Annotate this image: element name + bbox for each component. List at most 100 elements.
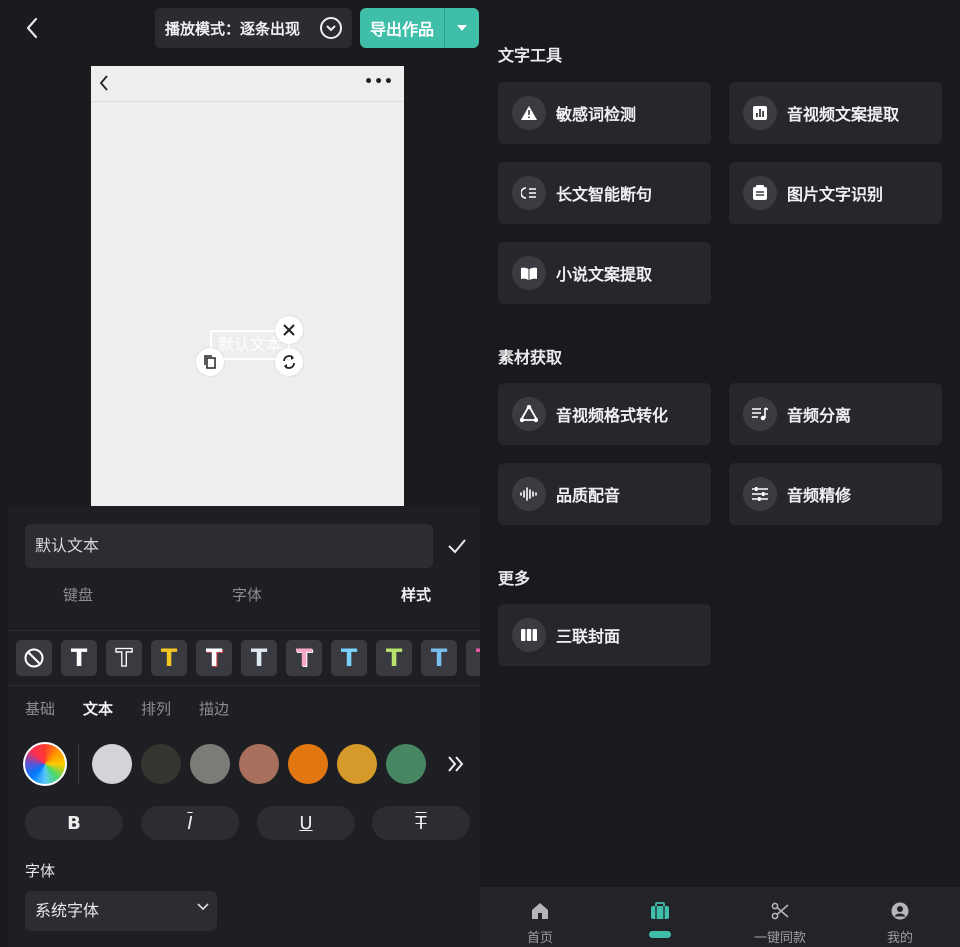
toolbox-icon bbox=[650, 901, 670, 921]
preview-topbar: ••• bbox=[91, 66, 404, 102]
style-preset-glyph: T bbox=[295, 644, 313, 672]
style-preset-outline-white[interactable]: T bbox=[106, 640, 142, 676]
chevron-down-icon bbox=[320, 17, 342, 39]
scissors-icon bbox=[770, 901, 790, 921]
tab-style[interactable]: 样式 bbox=[386, 584, 446, 605]
subtab-basic[interactable]: 基础 bbox=[25, 698, 55, 719]
tab-keyboard[interactable]: 键盘 bbox=[48, 584, 108, 605]
tab-font[interactable]: 字体 bbox=[217, 584, 277, 605]
copy-icon[interactable] bbox=[196, 348, 224, 376]
style-preset-pink[interactable]: T bbox=[286, 640, 322, 676]
tool-card[interactable]: 敏感词检测 bbox=[498, 82, 711, 144]
tool-label: 敏感词检测 bbox=[556, 105, 637, 124]
nav-label: 首页 bbox=[526, 931, 553, 946]
color-swatch[interactable] bbox=[239, 744, 279, 784]
underline-button[interactable]: U bbox=[257, 806, 355, 840]
style-preset-yellow[interactable]: T bbox=[151, 640, 187, 676]
tool-card[interactable]: 音视频格式转化 bbox=[498, 383, 711, 445]
style-preset-white-blue[interactable]: T bbox=[241, 640, 277, 676]
tool-card[interactable]: 音视频文案提取 bbox=[729, 82, 942, 144]
back-button[interactable] bbox=[18, 14, 46, 42]
text-style-sheet: 默认文本 键盘 字体 样式 TTTTTTTTTT 基础 文本 排列 描边 B bbox=[8, 506, 480, 947]
subtab-text[interactable]: 文本 bbox=[83, 698, 113, 719]
color-swatch[interactable] bbox=[92, 744, 132, 784]
section-title: 更多 bbox=[498, 569, 531, 588]
equalizer-icon bbox=[743, 477, 777, 511]
tool-label: 音视频文案提取 bbox=[787, 105, 900, 124]
italic-button[interactable]: I bbox=[141, 806, 239, 840]
chevron-left-icon bbox=[26, 17, 38, 39]
subtab-arrange[interactable]: 排列 bbox=[141, 698, 171, 719]
confirm-check-icon[interactable] bbox=[445, 534, 469, 558]
tool-label: 长文智能断句 bbox=[556, 185, 653, 204]
style-preset-magenta[interactable]: T bbox=[466, 640, 480, 676]
nav-label: 一键同款 bbox=[753, 931, 806, 946]
tool-card[interactable]: 品质配音 bbox=[498, 463, 711, 525]
color-swatch[interactable] bbox=[141, 744, 181, 784]
nav-profile[interactable]: 我的 bbox=[840, 887, 960, 947]
style-preset-white-red[interactable]: T bbox=[196, 640, 232, 676]
color-palette bbox=[8, 742, 480, 786]
export-dropdown-button[interactable] bbox=[445, 24, 479, 32]
style-preset-cyan[interactable]: T bbox=[331, 640, 367, 676]
preview-canvas[interactable]: ••• 默认文本 bbox=[91, 66, 404, 507]
tool-label: 音视频格式转化 bbox=[556, 406, 669, 425]
tool-card[interactable]: 小说文案提取 bbox=[498, 242, 711, 304]
divider bbox=[8, 630, 480, 631]
tool-card[interactable]: 音频分离 bbox=[729, 383, 942, 445]
export-button[interactable]: 导出作品 bbox=[360, 16, 444, 40]
nav-home[interactable]: 首页 bbox=[480, 887, 600, 947]
text-tabs: 键盘 字体 样式 bbox=[8, 584, 480, 614]
waveform-icon bbox=[512, 477, 546, 511]
play-mode-selector[interactable]: 播放模式：逐条出现 bbox=[155, 8, 352, 48]
chevron-left-icon bbox=[99, 75, 108, 91]
color-swatch[interactable] bbox=[337, 744, 377, 784]
tool-card[interactable]: 音频精修 bbox=[729, 463, 942, 525]
tool-label: 品质配音 bbox=[556, 486, 621, 505]
bottom-nav: 首页 一键同款 我的 bbox=[480, 887, 960, 947]
color-swatch[interactable] bbox=[190, 744, 230, 784]
active-indicator bbox=[649, 931, 671, 938]
divider bbox=[78, 744, 79, 784]
tool-label: 图片文字识别 bbox=[787, 185, 884, 204]
style-preset-glyph: T bbox=[115, 643, 133, 672]
tool-label: 音频分离 bbox=[787, 406, 852, 425]
triptych-icon bbox=[512, 618, 546, 652]
text-input[interactable]: 默认文本 bbox=[25, 524, 433, 568]
sentence-icon bbox=[512, 176, 546, 210]
divider bbox=[8, 685, 480, 686]
double-chevron-right-icon[interactable] bbox=[444, 752, 468, 776]
profile-icon bbox=[890, 901, 910, 921]
play-mode-label: 播放模式：逐条出现 bbox=[165, 19, 301, 38]
font-select[interactable]: 系统字体 bbox=[25, 891, 217, 931]
music-list-icon bbox=[743, 397, 777, 431]
style-preset-lime[interactable]: T bbox=[376, 640, 412, 676]
warning-icon bbox=[512, 96, 546, 130]
font-select-value: 系统字体 bbox=[35, 901, 100, 920]
book-icon bbox=[512, 256, 546, 290]
style-preset-blue[interactable]: T bbox=[421, 640, 457, 676]
bold-button[interactable]: B bbox=[25, 806, 123, 840]
tool-card[interactable]: 三联封面 bbox=[498, 604, 711, 666]
nav-toolbox[interactable] bbox=[600, 887, 720, 947]
color-swatch[interactable] bbox=[288, 744, 328, 784]
style-preset-white[interactable]: T bbox=[61, 640, 97, 676]
style-presets: TTTTTTTTTT bbox=[16, 640, 480, 676]
style-preset-glyph: T bbox=[250, 644, 268, 672]
color-wheel-button[interactable] bbox=[23, 742, 67, 786]
strikethrough-button[interactable]: T bbox=[372, 806, 470, 840]
tool-card[interactable]: 长文智能断句 bbox=[498, 162, 711, 224]
export-button-group: 导出作品 bbox=[360, 8, 479, 48]
rotate-icon[interactable] bbox=[275, 348, 303, 376]
style-preset-glyph: T bbox=[385, 644, 403, 672]
ocr-icon bbox=[743, 176, 777, 210]
style-preset-glyph: T bbox=[430, 644, 448, 672]
tool-card[interactable]: 图片文字识别 bbox=[729, 162, 942, 224]
chevron-down-icon bbox=[197, 903, 209, 911]
color-swatch[interactable] bbox=[386, 744, 426, 784]
style-preset-glyph: T bbox=[70, 644, 88, 672]
subtab-stroke[interactable]: 描边 bbox=[199, 698, 229, 719]
nav-one-click[interactable]: 一键同款 bbox=[720, 887, 840, 947]
style-preset-none[interactable] bbox=[16, 640, 52, 676]
close-icon[interactable] bbox=[275, 316, 303, 344]
